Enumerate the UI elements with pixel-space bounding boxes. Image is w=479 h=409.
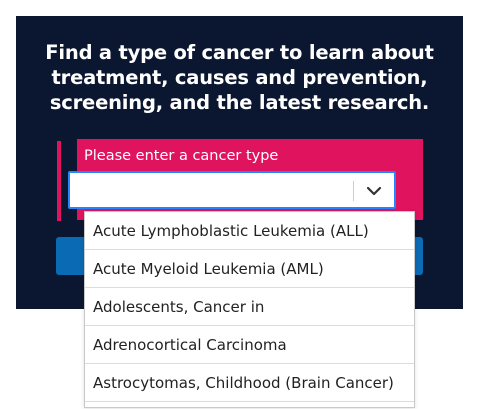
chevron-down-icon[interactable]	[364, 181, 384, 201]
headline-line-1: Find a type of cancer to learn about	[45, 41, 434, 64]
cancer-type-dropdown-menu: Acute Lymphoblastic Leukemia (ALL) Acute…	[84, 211, 415, 408]
page-title: Find a type of cancer to learn about tre…	[16, 40, 463, 115]
dropdown-option[interactable]: Astrocytomas, Childhood (Brain Cancer)	[85, 364, 414, 402]
dropdown-option[interactable]: Acute Myeloid Leukemia (AML)	[85, 250, 414, 288]
dropdown-option[interactable]: Acute Lymphoblastic Leukemia (ALL)	[85, 212, 414, 250]
search-label: Please enter a cancer type	[84, 148, 279, 164]
indicator-separator	[353, 181, 354, 201]
headline-line-2: treatment, causes and prevention,	[51, 66, 428, 89]
dropdown-option[interactable]: Adolescents, Cancer in	[85, 288, 414, 326]
cancer-type-select[interactable]	[68, 171, 396, 209]
dropdown-option[interactable]: Adrenocortical Carcinoma	[85, 326, 414, 364]
accent-bar	[57, 141, 61, 221]
headline-line-3: screening, and the latest research.	[49, 91, 430, 114]
